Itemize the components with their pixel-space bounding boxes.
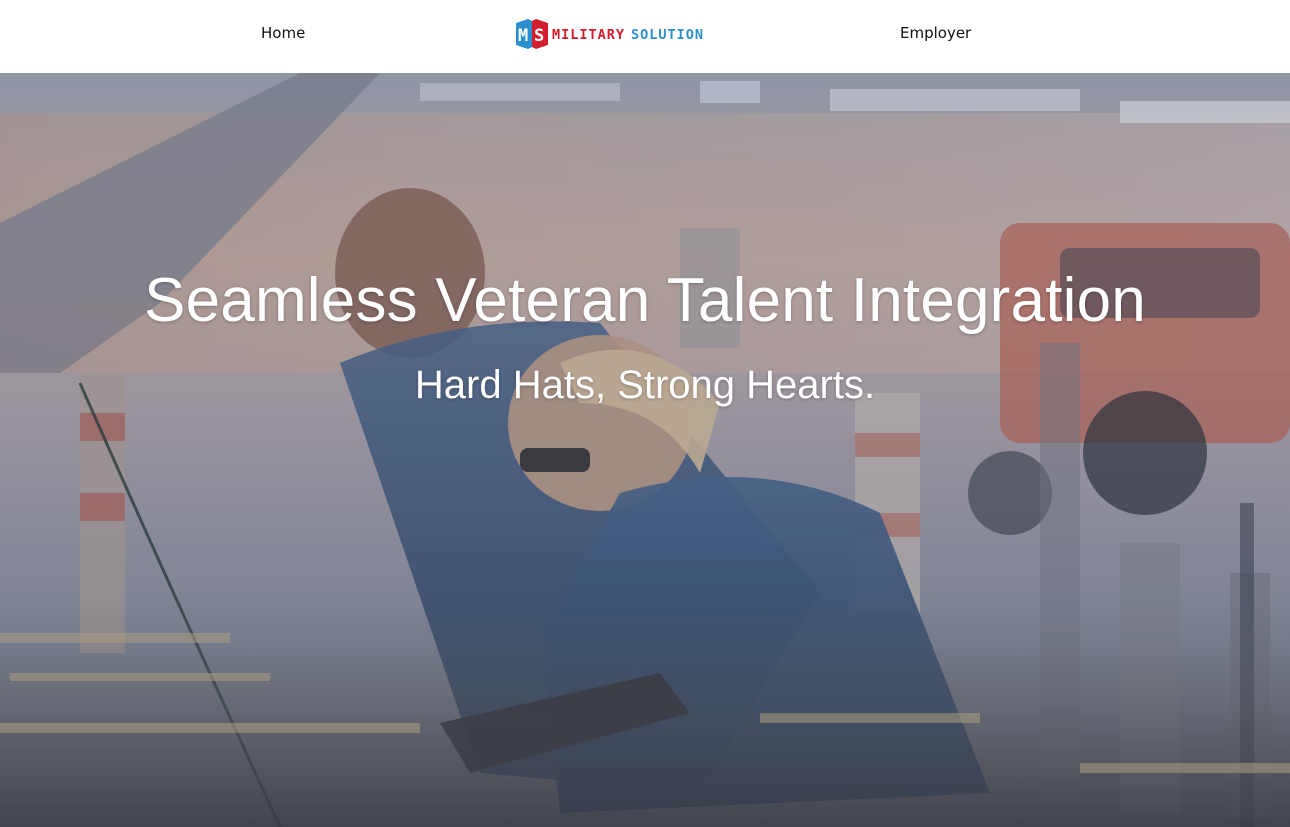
svg-text:M: M	[518, 26, 528, 46]
logo-wordmark: MILITARY SOLUTION	[552, 27, 704, 43]
top-navbar: Home M S MILITARY SOLUTION Employer	[0, 0, 1290, 73]
ms-logo-icon: M S	[516, 19, 548, 49]
svg-text:S: S	[534, 26, 544, 46]
hero-overlay	[0, 73, 1290, 827]
site-logo[interactable]: M S MILITARY SOLUTION	[514, 15, 704, 51]
nav-home-link[interactable]: Home	[261, 24, 305, 42]
logo-word-solution: SOLUTION	[631, 26, 705, 43]
hero-section: Seamless Veteran Talent Integration Hard…	[0, 73, 1290, 827]
nav-employer-link[interactable]: Employer	[900, 24, 971, 42]
logo-word-military: MILITARY	[552, 26, 626, 43]
hero-title: Seamless Veteran Talent Integration	[144, 266, 1146, 335]
hero-subtitle: Hard Hats, Strong Hearts.	[414, 363, 876, 407]
